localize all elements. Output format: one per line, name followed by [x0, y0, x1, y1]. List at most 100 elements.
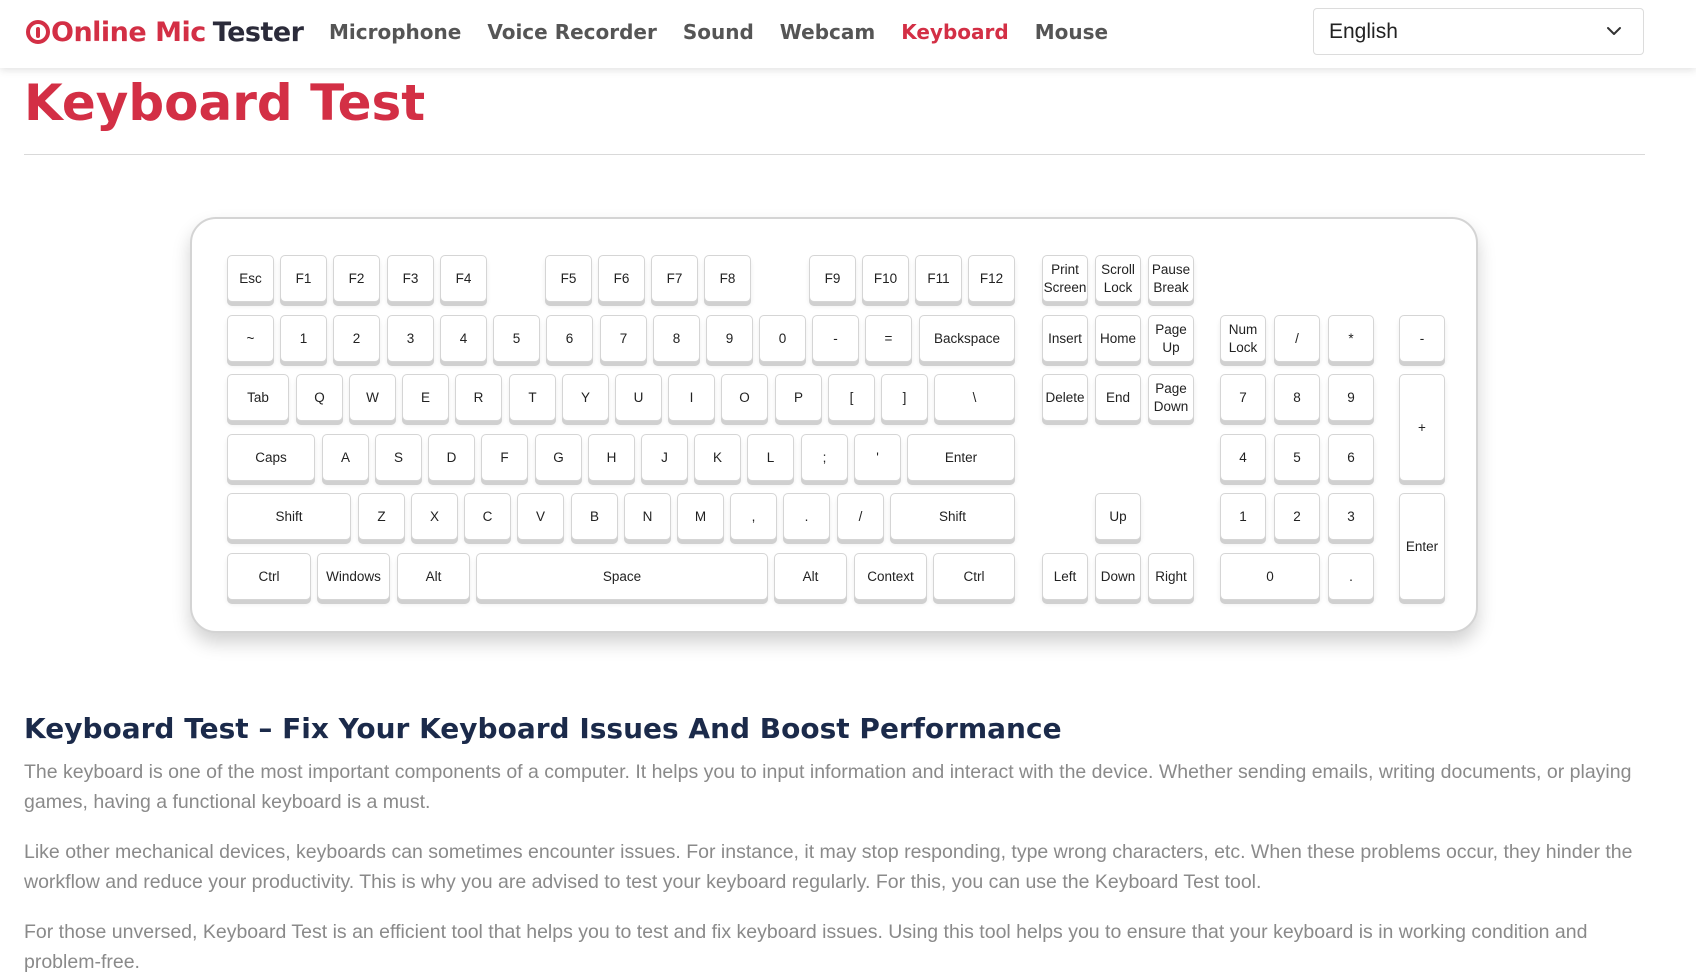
key-4[interactable]: 4	[440, 315, 487, 362]
key-esc[interactable]: Esc	[227, 255, 274, 302]
nav-microphone[interactable]: Microphone	[329, 20, 461, 44]
key-lctrl[interactable]: Ctrl	[227, 553, 311, 600]
key-h[interactable]: H	[588, 434, 635, 481]
key-caps[interactable]: Caps	[227, 434, 315, 481]
key-num-9[interactable]: 9	[1328, 374, 1374, 421]
key-num-6[interactable]: 6	[1328, 434, 1374, 481]
nav-sound[interactable]: Sound	[683, 20, 754, 44]
key-quote[interactable]: '	[854, 434, 901, 481]
key-num-minus[interactable]: -	[1399, 315, 1445, 362]
key-f[interactable]: F	[481, 434, 528, 481]
key-end[interactable]: End	[1095, 374, 1141, 421]
key-num-1[interactable]: 1	[1220, 493, 1266, 540]
key-8[interactable]: 8	[653, 315, 700, 362]
key-f6[interactable]: F6	[598, 255, 645, 302]
key-rctrl[interactable]: Ctrl	[933, 553, 1015, 600]
key-backspace[interactable]: Backspace	[919, 315, 1015, 362]
key-print-screen[interactable]: Print Screen	[1042, 255, 1088, 302]
nav-mouse[interactable]: Mouse	[1035, 20, 1108, 44]
key-left[interactable]: Left	[1042, 553, 1088, 600]
key-num-enter[interactable]: Enter	[1399, 493, 1445, 600]
key-6[interactable]: 6	[546, 315, 593, 362]
key-ralt[interactable]: Alt	[774, 553, 847, 600]
key-num-decimal[interactable]: .	[1328, 553, 1374, 600]
key-b[interactable]: B	[571, 493, 618, 540]
key-l[interactable]: L	[747, 434, 794, 481]
key-j[interactable]: J	[641, 434, 688, 481]
key-num-0[interactable]: 0	[1220, 553, 1320, 600]
key-g[interactable]: G	[535, 434, 582, 481]
key-tilde[interactable]: ~	[227, 315, 274, 362]
key-k[interactable]: K	[694, 434, 741, 481]
key-v[interactable]: V	[517, 493, 564, 540]
key-num-multiply[interactable]: *	[1328, 315, 1374, 362]
key-f11[interactable]: F11	[915, 255, 962, 302]
key-backslash[interactable]: \	[934, 374, 1015, 421]
key-f10[interactable]: F10	[862, 255, 909, 302]
key-e[interactable]: E	[402, 374, 449, 421]
nav-keyboard[interactable]: Keyboard	[901, 20, 1008, 44]
key-p[interactable]: P	[775, 374, 822, 421]
key-r[interactable]: R	[455, 374, 502, 421]
key-z[interactable]: Z	[358, 493, 405, 540]
key-tab[interactable]: Tab	[227, 374, 289, 421]
key-num-plus[interactable]: +	[1399, 374, 1445, 481]
key-num-8[interactable]: 8	[1274, 374, 1320, 421]
key-num-5[interactable]: 5	[1274, 434, 1320, 481]
key-up[interactable]: Up	[1095, 493, 1141, 540]
key-o[interactable]: O	[721, 374, 768, 421]
key-scroll-lock[interactable]: Scroll Lock	[1095, 255, 1141, 302]
key-3[interactable]: 3	[387, 315, 434, 362]
key-lalt[interactable]: Alt	[397, 553, 470, 600]
key-num-7[interactable]: 7	[1220, 374, 1266, 421]
key-comma[interactable]: ,	[730, 493, 777, 540]
key-num-4[interactable]: 4	[1220, 434, 1266, 481]
key-0[interactable]: 0	[759, 315, 806, 362]
key-1[interactable]: 1	[280, 315, 327, 362]
nav-voice-recorder[interactable]: Voice Recorder	[487, 20, 657, 44]
key-rshift[interactable]: Shift	[890, 493, 1015, 540]
key-f1[interactable]: F1	[280, 255, 327, 302]
key-f2[interactable]: F2	[333, 255, 380, 302]
key-5[interactable]: 5	[493, 315, 540, 362]
key-f3[interactable]: F3	[387, 255, 434, 302]
key-semicolon[interactable]: ;	[801, 434, 848, 481]
key-slash[interactable]: /	[837, 493, 884, 540]
key-lbracket[interactable]: [	[828, 374, 875, 421]
key-q[interactable]: Q	[296, 374, 343, 421]
key-t[interactable]: T	[509, 374, 556, 421]
key-n[interactable]: N	[624, 493, 671, 540]
key-delete[interactable]: Delete	[1042, 374, 1088, 421]
key-2[interactable]: 2	[333, 315, 380, 362]
key-u[interactable]: U	[615, 374, 662, 421]
key-c[interactable]: C	[464, 493, 511, 540]
key-d[interactable]: D	[428, 434, 475, 481]
key-down[interactable]: Down	[1095, 553, 1141, 600]
key-a[interactable]: A	[322, 434, 369, 481]
key-f9[interactable]: F9	[809, 255, 856, 302]
key-pause-break[interactable]: Pause Break	[1148, 255, 1194, 302]
key-s[interactable]: S	[375, 434, 422, 481]
key-f12[interactable]: F12	[968, 255, 1015, 302]
key-insert[interactable]: Insert	[1042, 315, 1088, 362]
key-num-2[interactable]: 2	[1274, 493, 1320, 540]
key-lshift[interactable]: Shift	[227, 493, 351, 540]
key-space[interactable]: Space	[476, 553, 768, 600]
key-windows[interactable]: Windows	[317, 553, 390, 600]
key-x[interactable]: X	[411, 493, 458, 540]
key-9[interactable]: 9	[706, 315, 753, 362]
site-logo[interactable]: Online Mic Tester	[26, 14, 304, 50]
key-equals[interactable]: =	[865, 315, 912, 362]
key-enter[interactable]: Enter	[907, 434, 1015, 481]
key-home[interactable]: Home	[1095, 315, 1141, 362]
key-f4[interactable]: F4	[440, 255, 487, 302]
key-y[interactable]: Y	[562, 374, 609, 421]
key-rbracket[interactable]: ]	[881, 374, 928, 421]
key-right[interactable]: Right	[1148, 553, 1194, 600]
nav-webcam[interactable]: Webcam	[780, 20, 875, 44]
key-page-up[interactable]: Page Up	[1148, 315, 1194, 362]
key-f5[interactable]: F5	[545, 255, 592, 302]
key-num-lock[interactable]: Num Lock	[1220, 315, 1266, 362]
key-m[interactable]: M	[677, 493, 724, 540]
key-num-3[interactable]: 3	[1328, 493, 1374, 540]
